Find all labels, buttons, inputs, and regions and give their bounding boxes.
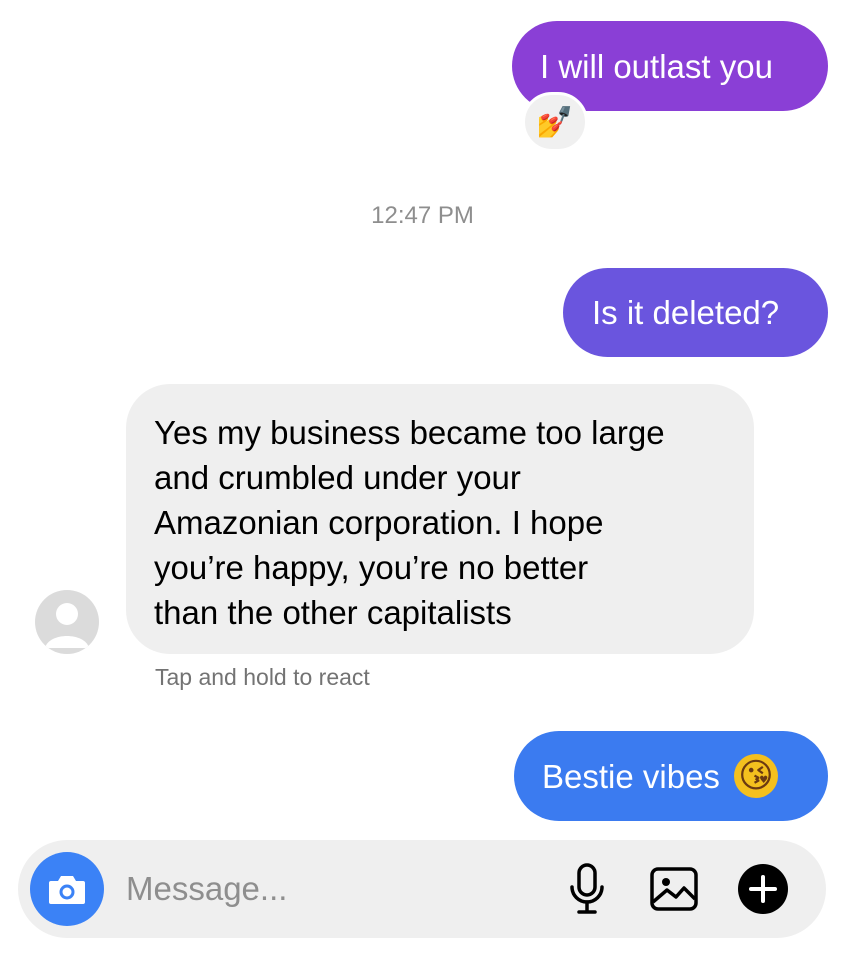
- sender-avatar[interactable]: [35, 590, 99, 654]
- chat-screen: I will outlast you 💅 12:47 PM Is it dele…: [0, 0, 845, 953]
- camera-button[interactable]: [30, 852, 104, 926]
- nail-polish-emoji-icon: 💅: [536, 105, 574, 139]
- microphone-icon: [570, 863, 604, 914]
- gallery-button[interactable]: [647, 862, 701, 916]
- message-line: than the other capitalists: [154, 594, 512, 631]
- outgoing-message-bubble[interactable]: Bestie vibes 😘: [514, 731, 828, 821]
- incoming-message-bubble[interactable]: Yes my business became too large and cru…: [126, 384, 754, 654]
- message-reaction[interactable]: 💅: [522, 92, 588, 152]
- default-user-icon: [45, 603, 89, 648]
- message-text: I will outlast you: [540, 47, 773, 85]
- microphone-button[interactable]: [560, 862, 614, 916]
- message-composer: [18, 840, 826, 938]
- message-timestamp: 12:47 PM: [371, 202, 474, 229]
- more-options-button[interactable]: [736, 862, 790, 916]
- plus-icon: [738, 864, 788, 914]
- message-text: Is it deleted?: [592, 294, 780, 331]
- message-line: Amazonian corporation. I hope: [154, 504, 604, 541]
- outgoing-message-bubble[interactable]: Is it deleted?: [563, 268, 828, 357]
- message-text: Bestie vibes: [542, 757, 720, 795]
- gallery-icon: [650, 867, 698, 911]
- camera-icon: [49, 876, 85, 904]
- tap-hold-hint: Tap and hold to react: [155, 664, 370, 690]
- message-input[interactable]: [126, 862, 526, 916]
- message-line: and crumbled under your: [154, 459, 521, 496]
- message-line: you’re happy, you’re no better: [154, 549, 589, 586]
- kissing-face-with-heart-icon: 😘: [733, 754, 778, 798]
- message-line: Yes my business became too large: [154, 414, 665, 451]
